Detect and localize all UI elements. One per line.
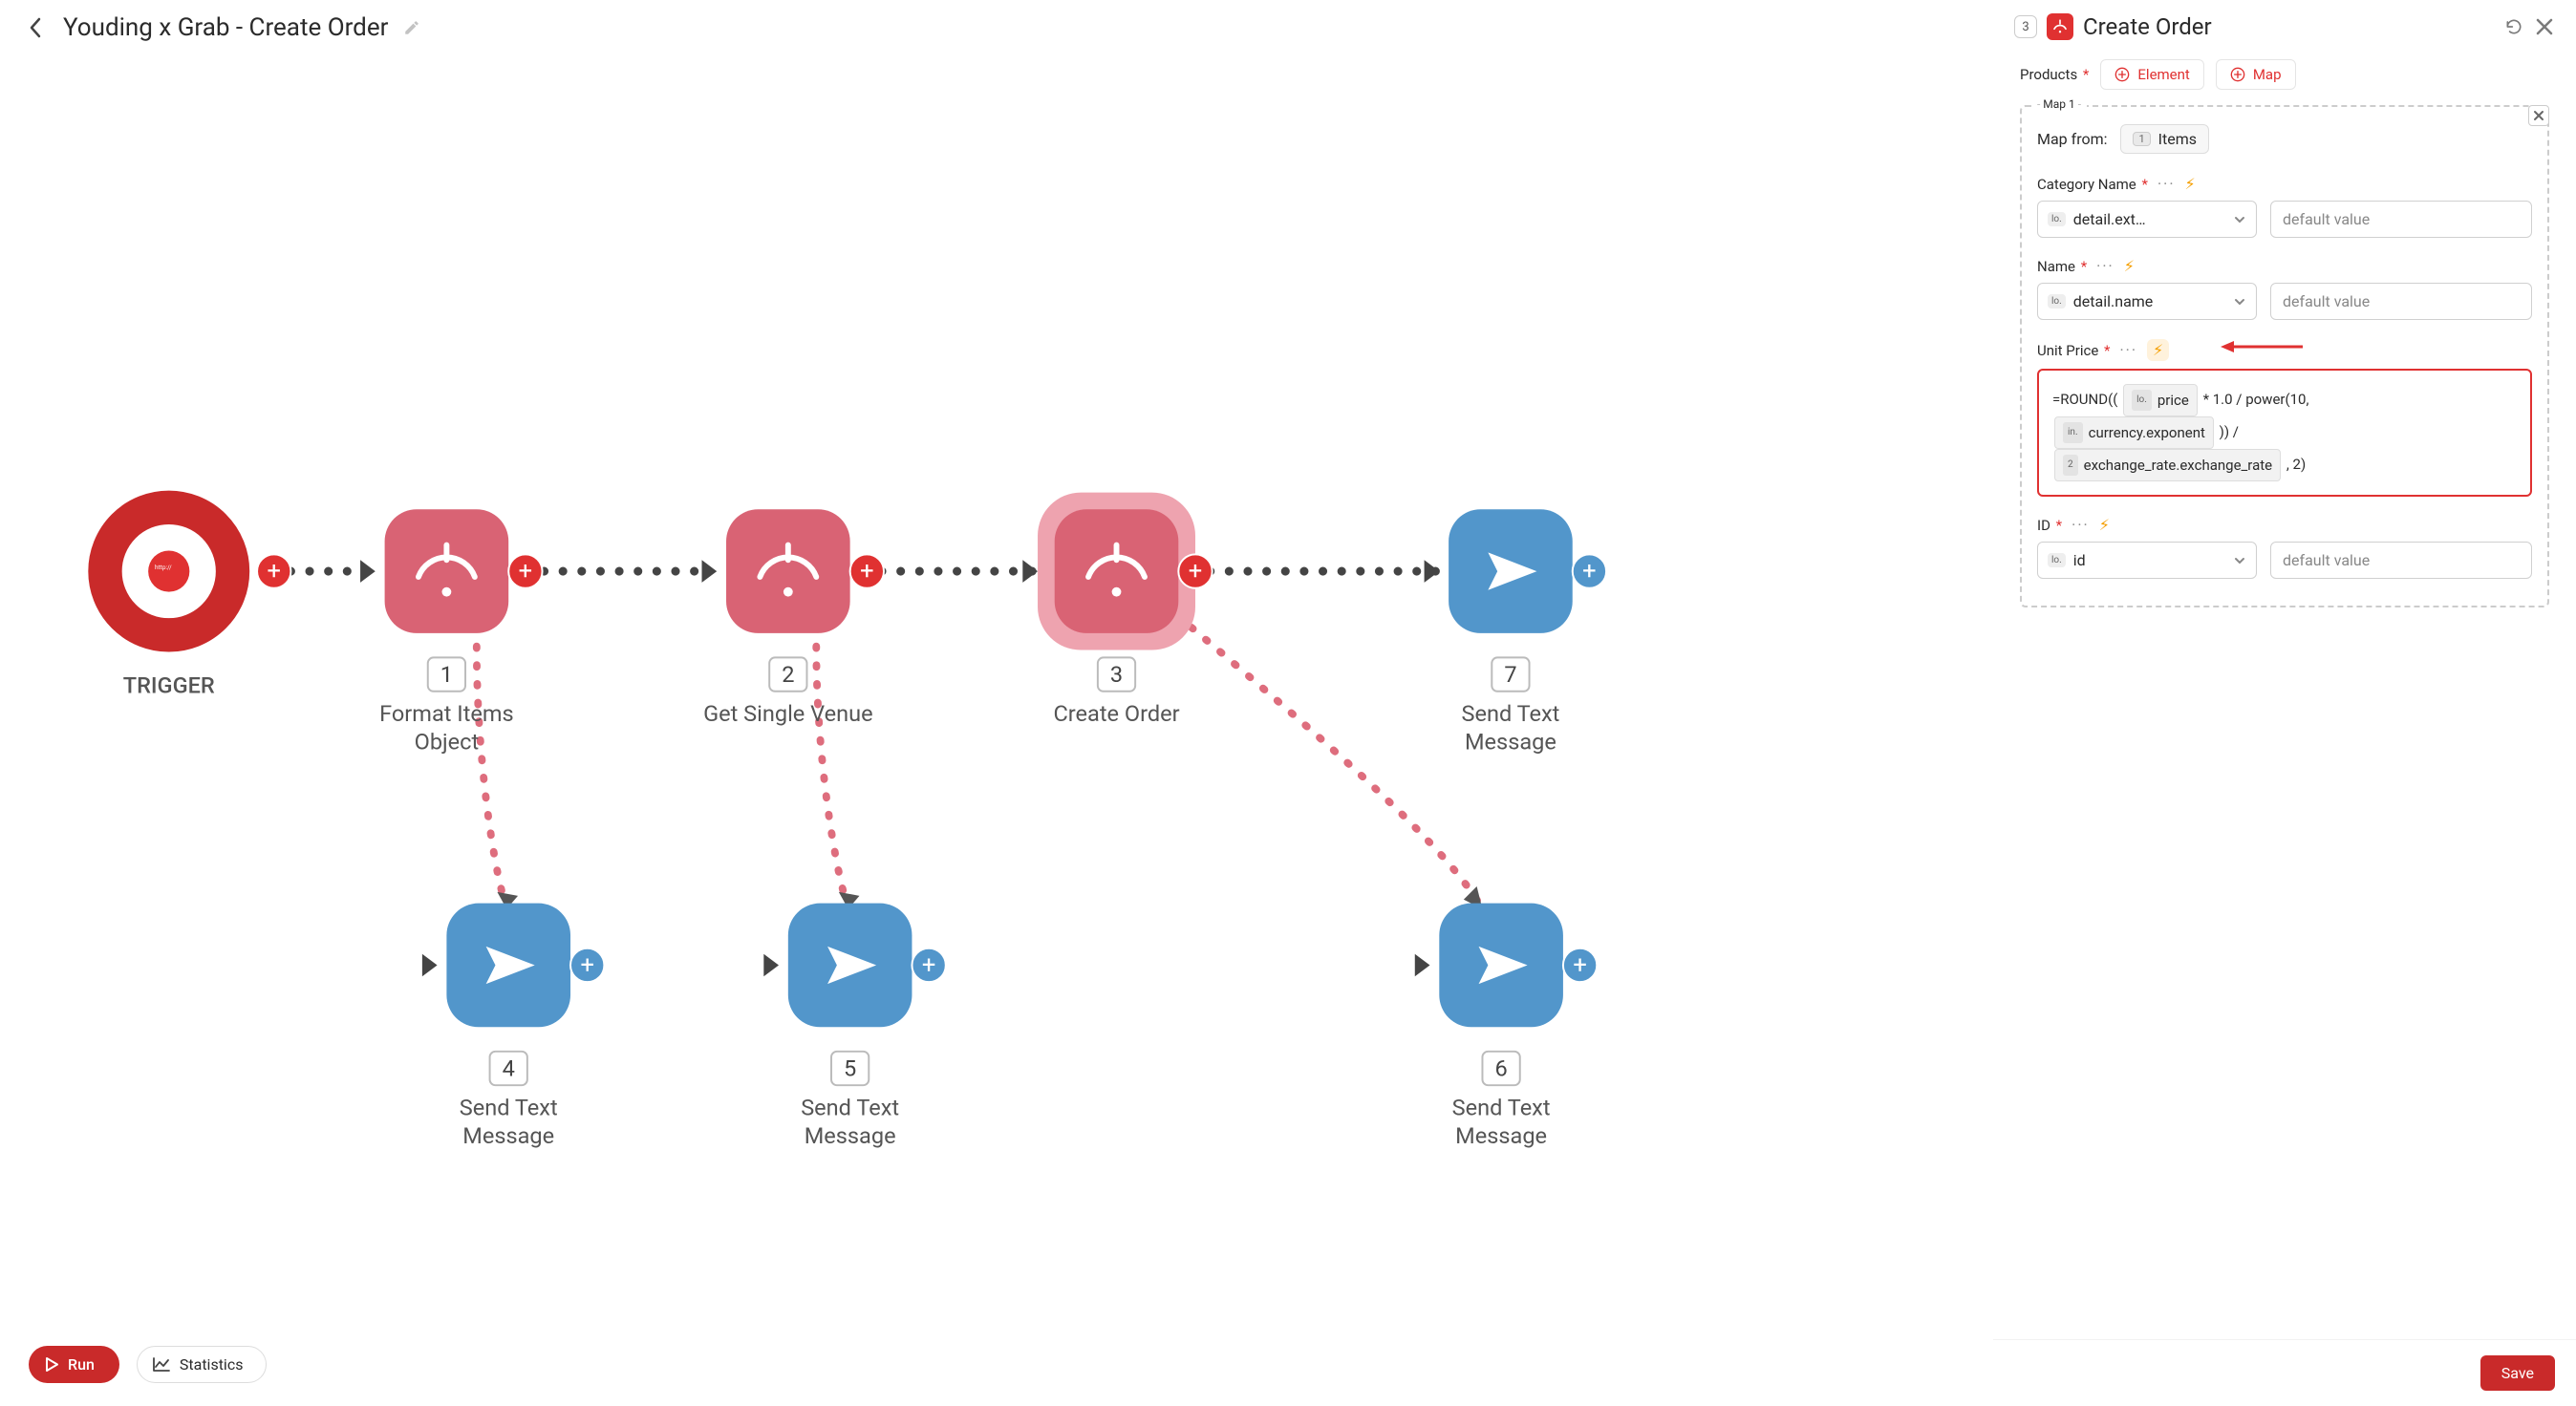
node-send-text-4[interactable]: + 4 Send Text Message <box>422 904 604 1149</box>
svg-text:Get Single Venue: Get Single Venue <box>703 700 873 727</box>
field-options-icon[interactable]: ··· <box>2157 175 2176 193</box>
bolt-icon[interactable]: ⚡︎ <box>2147 339 2169 361</box>
id-default-input[interactable]: default value <box>2270 542 2532 579</box>
close-panel-icon[interactable] <box>2534 16 2555 37</box>
refresh-icon[interactable] <box>2503 16 2524 37</box>
svg-text:Message: Message <box>462 1122 554 1149</box>
map-legend: - Map 1 - <box>2031 97 2087 111</box>
svg-text:TRIGGER: TRIGGER <box>123 672 215 699</box>
name-label: Name * <box>2037 258 2087 275</box>
category-default-input[interactable]: default value <box>2270 201 2532 238</box>
back-button[interactable] <box>23 15 48 40</box>
bolt-icon[interactable]: ⚡︎ <box>2124 257 2135 275</box>
field-options-icon[interactable]: ··· <box>2096 257 2114 275</box>
products-label: Products * <box>2020 66 2089 83</box>
svg-text:+: + <box>1582 557 1596 586</box>
page-title: Youding x Grab - Create Order <box>63 13 388 42</box>
unit-price-formula[interactable]: =ROUND(( lo.price * 1.0 / power(10, in.c… <box>2037 369 2532 497</box>
node-create-order[interactable]: + 3 Create Order <box>1022 493 1212 728</box>
category-name-label: Category Name * <box>2037 176 2148 193</box>
svg-text:Object: Object <box>415 729 480 756</box>
app-icon <box>2047 13 2073 40</box>
svg-text:2: 2 <box>782 661 794 688</box>
annotation-arrow <box>2219 335 2305 358</box>
unit-price-label: Unit Price * <box>2037 342 2111 359</box>
svg-text:Send Text: Send Text <box>801 1095 899 1121</box>
svg-text:3: 3 <box>1110 661 1123 688</box>
svg-text:1: 1 <box>440 661 453 688</box>
id-select[interactable]: lo. id <box>2037 542 2257 579</box>
svg-text:Send Text: Send Text <box>460 1095 558 1121</box>
svg-text:+: + <box>519 557 532 586</box>
svg-text:Send Text: Send Text <box>1452 1095 1551 1121</box>
svg-text:http://: http:// <box>155 564 172 571</box>
svg-text:+: + <box>267 557 280 586</box>
node-send-text-7[interactable]: + 7 Send Text Message <box>1425 509 1606 755</box>
svg-text:Message: Message <box>1465 729 1556 756</box>
svg-text:+: + <box>860 557 873 586</box>
edit-title-icon[interactable] <box>403 19 420 36</box>
svg-text:Message: Message <box>1455 1122 1547 1149</box>
save-button[interactable]: Save <box>2480 1355 2555 1391</box>
name-select[interactable]: lo. detail.name <box>2037 283 2257 320</box>
bolt-icon[interactable]: ⚡︎ <box>2185 175 2196 193</box>
node-format-items[interactable]: + 1 Format Items Object <box>360 509 542 755</box>
svg-text:Send Text: Send Text <box>1461 700 1559 727</box>
map-close-button[interactable] <box>2528 105 2549 126</box>
map-from-label: Map from: <box>2037 130 2107 148</box>
bolt-icon[interactable]: ⚡︎ <box>2099 516 2110 534</box>
svg-text:+: + <box>580 950 593 979</box>
svg-text:7: 7 <box>1504 661 1516 688</box>
svg-text:4: 4 <box>503 1054 515 1081</box>
svg-text:Format Items: Format Items <box>379 700 514 727</box>
map-from-value[interactable]: 1 Items <box>2120 124 2209 154</box>
svg-text:Create Order: Create Order <box>1053 700 1179 727</box>
statistics-button[interactable]: Statistics <box>137 1346 268 1383</box>
node-send-text-6[interactable]: + 6 Send Text Message <box>1415 904 1597 1149</box>
panel-node-number: 3 <box>2014 15 2037 38</box>
trigger-node[interactable]: http:// + TRIGGER <box>97 500 290 698</box>
svg-text:6: 6 <box>1494 1054 1507 1081</box>
svg-text:+: + <box>1573 950 1586 979</box>
svg-text:5: 5 <box>844 1054 856 1081</box>
node-send-text-5[interactable]: + 5 Send Text Message <box>763 904 945 1149</box>
add-map-button[interactable]: Map <box>2216 59 2296 90</box>
category-name-select[interactable]: lo. detail.ext… <box>2037 201 2257 238</box>
field-options-icon[interactable]: ··· <box>2120 341 2138 359</box>
field-options-icon[interactable]: ··· <box>2072 516 2090 534</box>
panel-title: Create Order <box>2083 13 2494 40</box>
name-default-input[interactable]: default value <box>2270 283 2532 320</box>
svg-text:+: + <box>1189 557 1202 586</box>
run-button[interactable]: Run <box>29 1346 119 1383</box>
svg-text:Message: Message <box>805 1122 896 1149</box>
node-get-single-venue[interactable]: + 2 Get Single Venue <box>701 509 883 727</box>
svg-text:+: + <box>922 950 935 979</box>
map-group: - Map 1 - Map from: 1 Items Category Nam… <box>2020 105 2549 607</box>
id-label: ID * <box>2037 517 2062 534</box>
add-element-button[interactable]: Element <box>2100 59 2203 90</box>
